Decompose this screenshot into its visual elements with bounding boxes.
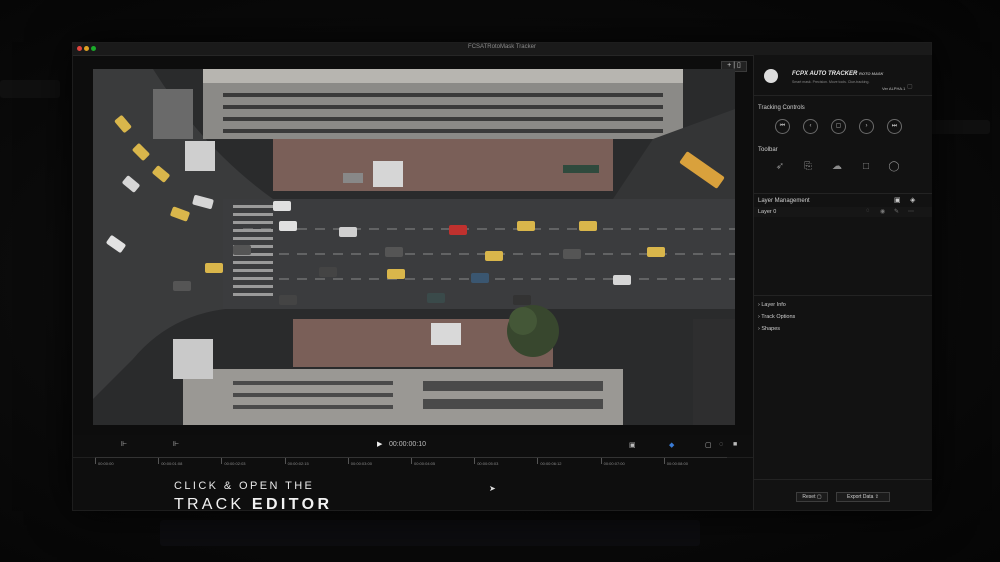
caption-track: TRACK (174, 496, 245, 513)
layer-mask-icon[interactable]: ◈ (910, 196, 915, 204)
timeline-tick (411, 458, 412, 464)
track-back-button[interactable]: ‹ (803, 119, 818, 134)
timeline-tick-label: 00:00:06:12 (540, 461, 562, 466)
grid-icon[interactable]: ▣ (629, 441, 636, 449)
play-button[interactable]: ▶ (377, 440, 382, 448)
audio-icon[interactable]: ◆ (669, 441, 674, 449)
section-shapes-label: Shapes (761, 326, 781, 332)
brand-header: FCPX AUTO TRACKER ROTO MASK Smart mask. … (754, 55, 932, 96)
timeline-tick-label: 00:00:02:15 (287, 461, 309, 466)
camera-icon[interactable]: ■ (733, 441, 737, 448)
track-first-button[interactable]: ⏮ (775, 119, 790, 134)
aerial-street-frame (93, 69, 735, 425)
inspector-panel: FCPX AUTO TRACKER ROTO MASK Smart mask. … (753, 55, 932, 510)
timeline-tick-label: 00:00:03:00 (350, 461, 372, 466)
mouse-cursor-icon: ➤ (489, 484, 496, 493)
layer-management-header: Layer Management ▣ ◈ (754, 193, 932, 206)
video-viewer[interactable] (93, 69, 735, 425)
rectangle-pen-tool-icon[interactable]: ⎘ (802, 161, 814, 173)
ellipse-tool-icon[interactable]: ◯ (888, 161, 900, 173)
marker-end-icon[interactable]: ⊩ (173, 440, 179, 448)
layer-more-icon[interactable]: ⋯ (908, 208, 914, 215)
reset-button[interactable]: Reset ▢ (796, 492, 828, 502)
layer-edit-icon[interactable]: ✎ (894, 208, 899, 215)
timeline-tick-label: 00:00:01:08 (161, 461, 183, 466)
timeline-tick (221, 458, 223, 464)
layer-lock-icon[interactable]: ◌ (866, 208, 870, 214)
track-stop-button[interactable]: ▢ (831, 119, 846, 134)
timeline-tick-label: 00:00:00 (98, 461, 114, 466)
freehand-tool-icon[interactable]: ☁ (831, 161, 843, 173)
background-blur (0, 80, 60, 98)
timeline-tick (158, 458, 160, 464)
brand-title: FCPX AUTO TRACKER ROTO MASK (792, 71, 883, 77)
toolbar-title: Toolbar (758, 147, 778, 153)
timeline-tick (95, 458, 96, 464)
caption-line-2: TRACK EDITOR (174, 496, 332, 514)
timeline-tick-label: 00:00:08:00 (666, 461, 688, 466)
section-shapes[interactable]: › Shapes (758, 326, 780, 332)
timecode-display: 00:00:00:10 (389, 441, 426, 448)
add-layer-icon[interactable]: ▣ (894, 196, 901, 204)
timeline-tick (600, 458, 602, 464)
snap-icon[interactable]: ◌ (719, 441, 723, 448)
brand-suffix: ROTO MASK (859, 71, 884, 76)
footer-bar: Reset ▢ Export Data ⇪ (754, 479, 932, 511)
frame-icon[interactable]: ▢ (705, 441, 712, 449)
timeline-tick-label: 00:00:02:03 (224, 461, 246, 466)
timeline-tick (537, 458, 539, 464)
marker-start-icon[interactable]: ⊩ (121, 440, 127, 448)
layer-visibility-icon[interactable]: ◉ (880, 208, 885, 215)
section-track-options-label: Track Options (761, 314, 796, 320)
timeline-toolbar: ⊩ ⊩ ▶ 00:00:00:10 ▣ ◆ ▢ ◌ ■ (73, 435, 753, 458)
layer-row[interactable]: Layer 0 ◌ ◉ ✎ ⋯ (754, 207, 932, 217)
section-layer-info[interactable]: › Layer Info (758, 302, 786, 308)
reset-label: Reset (802, 494, 816, 500)
window-title: FCSATRotoMask Tracker (468, 44, 536, 50)
brand-tagline: Smart mask. Precision. Move tools. Clue-… (792, 80, 870, 84)
background-blur (160, 520, 700, 546)
timeline-tick (284, 458, 286, 464)
export-label: Export Data (847, 494, 874, 500)
timeline-tick-label: 00:00:05:03 (477, 461, 499, 466)
timeline-tick (474, 458, 476, 464)
export-data-button[interactable]: Export Data ⇪ (836, 492, 890, 502)
sections: › Layer Info › Track Options › Shapes (754, 295, 932, 346)
caption-editor: EDITOR (251, 496, 333, 513)
layer-name: Layer 0 (758, 209, 777, 215)
track-last-button[interactable]: ⏭ (887, 119, 902, 134)
track-forward-button[interactable]: › (859, 119, 874, 134)
brand-name: FCPX AUTO TRACKER (792, 71, 858, 77)
timeline-tick (663, 458, 665, 464)
square-tool-icon[interactable]: □ (860, 161, 872, 173)
section-layer-info-label: Layer Info (761, 302, 786, 308)
brand-version: Ver ALPHA.1 (882, 86, 906, 91)
timeline-tick-label: 00:00:04:05 (414, 461, 436, 466)
section-track-options[interactable]: › Track Options (758, 314, 795, 320)
timeline-tick (347, 458, 349, 464)
caption-line-1: CLICK & OPEN THE (174, 480, 315, 492)
app-window: FCSATRotoMask Tracker + | ▯ ⊩ ⊩ ▶ 00:00:… (72, 42, 932, 511)
collapse-icon[interactable]: ▢ (907, 83, 913, 90)
pointer-tool-icon[interactable]: ➶ (774, 161, 786, 173)
logo-icon (764, 69, 778, 83)
background-blur (930, 120, 990, 134)
layer-management-title: Layer Management (758, 198, 810, 204)
timeline-tick-label: 00:00:07:00 (603, 461, 625, 466)
tracking-controls-title: Tracking Controls (758, 105, 805, 111)
